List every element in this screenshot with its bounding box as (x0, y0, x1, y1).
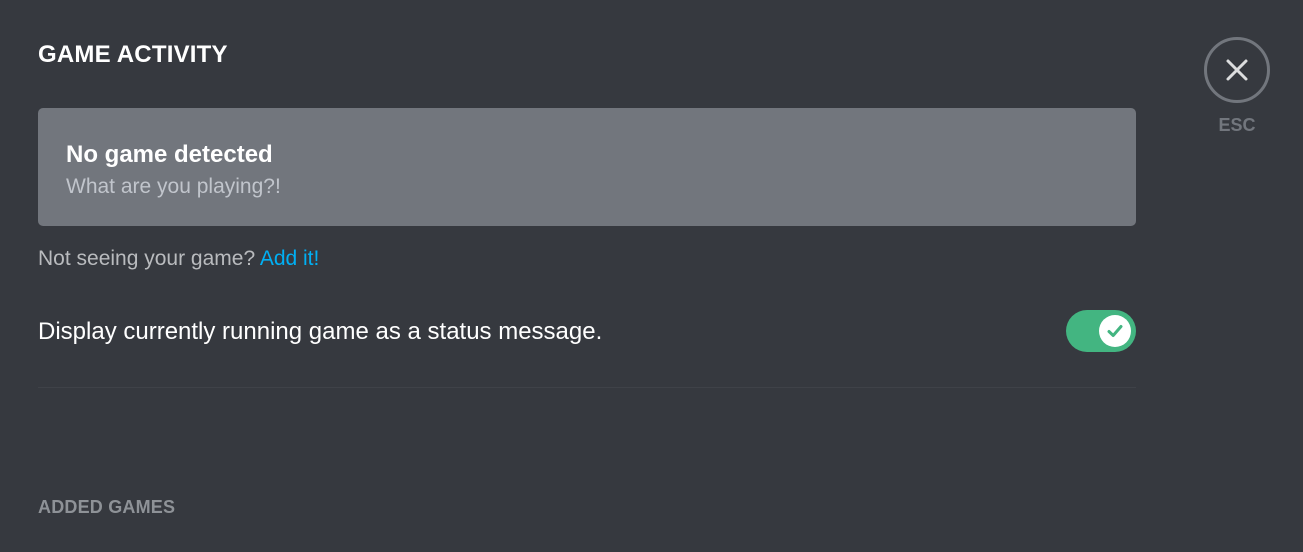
close-control: ESC (1204, 37, 1270, 137)
status-message-toggle[interactable] (1066, 310, 1136, 352)
game-detection-panel: No game detected What are you playing?! (38, 108, 1136, 226)
add-game-link[interactable]: Add it! (260, 247, 320, 270)
close-icon (1226, 59, 1248, 81)
esc-label: ESC (1218, 115, 1256, 135)
added-games-heading: ADDED GAMES (38, 497, 176, 517)
toggle-knob (1099, 315, 1131, 347)
close-button[interactable] (1204, 37, 1270, 103)
game-activity-settings-page: GAME ACTIVITY No game detected What are … (0, 0, 1303, 552)
add-game-prompt: Not seeing your game? (38, 247, 260, 270)
page-title: GAME ACTIVITY (38, 41, 228, 68)
checkmark-icon (1107, 325, 1123, 337)
add-game-row: Not seeing your game? Add it! (38, 245, 319, 273)
game-status-title: No game detected (66, 141, 273, 168)
status-message-setting-label: Display currently running game as a stat… (38, 318, 603, 345)
section-divider (38, 387, 1136, 388)
game-status-subtitle: What are you playing?! (66, 175, 281, 198)
